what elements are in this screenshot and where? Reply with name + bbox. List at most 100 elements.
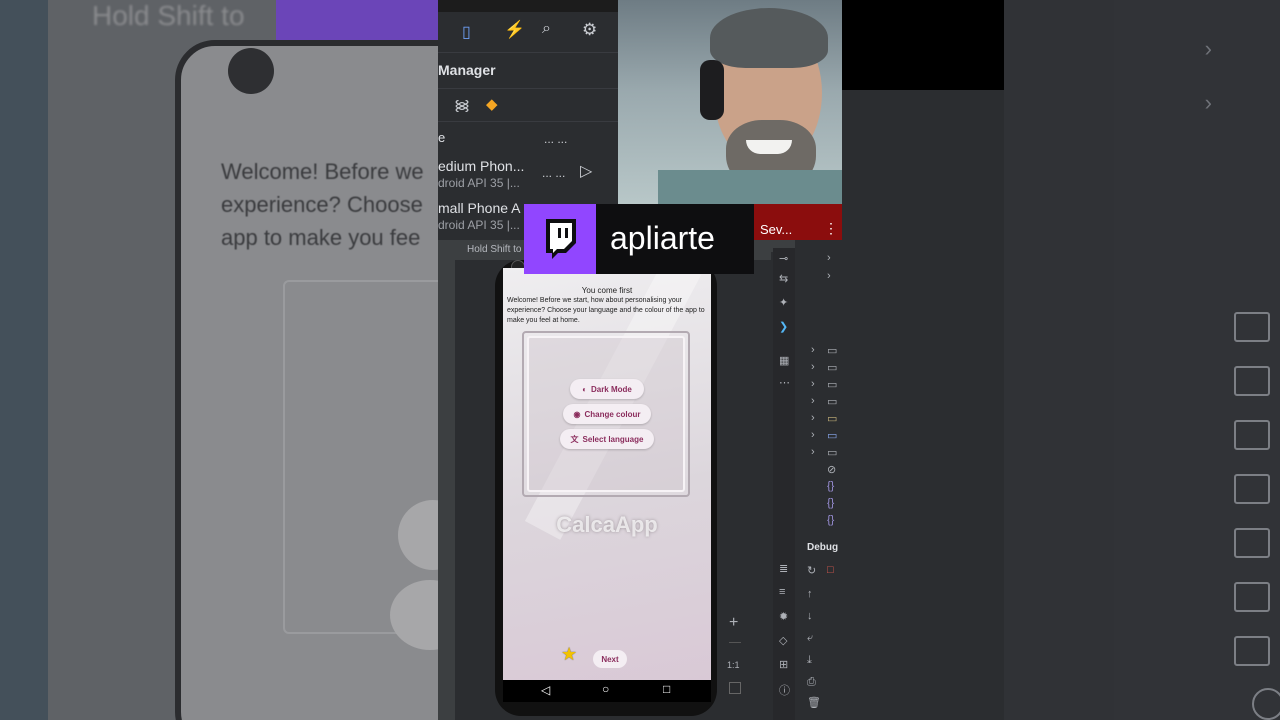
background-webcam-dark <box>842 0 1004 90</box>
palette-icon: ◉ <box>573 409 581 419</box>
tree-chevron-icon[interactable]: › <box>811 361 815 373</box>
app-name-watermark: CalcaApp <box>556 512 658 537</box>
twitch-glyph-icon <box>546 219 576 259</box>
tree-chevron-icon[interactable]: › <box>811 429 815 441</box>
tree-chevron-icon[interactable]: › <box>827 270 831 282</box>
app-screen: You come first Welcome! Before we start,… <box>503 268 711 680</box>
next-button[interactable]: Next <box>593 650 627 668</box>
tree-chevron-icon[interactable]: › <box>811 344 815 356</box>
inspector-icon[interactable]: ⊞ <box>779 658 788 671</box>
tree-chevron-icon[interactable]: › <box>811 378 815 390</box>
kebab-menu-icon[interactable]: ⋮ <box>824 220 838 237</box>
folder-icon[interactable]: ▭ <box>827 378 837 391</box>
fit-screen-icon[interactable] <box>729 682 741 694</box>
background-folder-icon <box>1234 474 1270 504</box>
device-manager-subtoolbar: ᯼ ◆ <box>438 88 618 122</box>
streamer-hair <box>710 8 828 68</box>
scroll-end-icon[interactable]: ⤓ <box>807 654 812 667</box>
tree-chevron-icon[interactable]: › <box>827 252 831 264</box>
device-icon[interactable]: ▯ <box>462 22 471 42</box>
background-block-icon <box>1252 688 1280 720</box>
folder-icon[interactable]: ▭ <box>827 446 837 459</box>
folder-icon[interactable]: ▭ <box>827 412 837 425</box>
background-ide <box>1114 0 1280 720</box>
arrow-up-icon[interactable]: ↑ <box>807 588 813 600</box>
background-welcome-text: Welcome! Before we experience? Choose ap… <box>221 159 424 250</box>
folder-icon[interactable]: ▭ <box>827 429 837 442</box>
emulator-tooltip: Hold Shift to <box>467 244 522 255</box>
background-chevron-icon: › <box>1204 90 1212 115</box>
plugins-icon[interactable]: ✦ <box>779 296 788 309</box>
device-details: droid API 35 |... <box>438 176 520 190</box>
change-colour-label: Change colour <box>584 409 641 419</box>
streamer-shirt <box>658 170 842 204</box>
device-search-partial: e <box>438 130 446 145</box>
change-colour-button[interactable]: ◉ Change colour <box>563 404 651 424</box>
folder-icon[interactable]: ▭ <box>827 395 837 408</box>
gear-icon[interactable]: ⚙ <box>582 20 597 40</box>
trash-icon[interactable]: 🗑 <box>807 696 821 709</box>
device-row[interactable]: edium Phon... droid API 35 |... ... ... … <box>438 152 618 192</box>
stop-icon[interactable]: □ <box>827 564 834 576</box>
config-file-icon[interactable]: {} <box>827 497 834 509</box>
folder-icon[interactable]: ▭ <box>827 361 837 374</box>
background-hint-text: Hold Shift to <box>92 0 245 31</box>
dark-mode-label: Dark Mode <box>590 384 632 394</box>
wifi-icon[interactable]: ᯼ <box>454 95 470 115</box>
background-camera-dot <box>228 48 274 94</box>
home-icon[interactable]: ○ <box>602 682 609 696</box>
star-icon[interactable]: ★ <box>561 644 577 665</box>
zoom-reset-button[interactable]: 1:1 <box>727 660 740 670</box>
project-folder-list: › ▭ › ▭ › ▭ › ▭ › ▭ › ▭ › ▭ ⊘ {} {} {} <box>795 344 842 534</box>
debug-bug-icon[interactable]: ✹ <box>779 610 788 623</box>
overlay-side-label: Sev... <box>760 222 793 237</box>
ignore-file-icon[interactable]: ⊘ <box>827 463 836 476</box>
center-panel: ▯ ⚡ ⌕ ⚙ Manager ᯼ ◆ e ... ... edium Phon… <box>438 0 842 720</box>
flutter-icon[interactable]: ❯ <box>779 320 788 333</box>
folder-icon[interactable]: ▭ <box>827 344 837 357</box>
bolt-icon[interactable]: ⚡ <box>504 20 525 40</box>
wrap-icon[interactable]: ⤶ <box>807 632 813 645</box>
dark-mode-button[interactable]: ◐ Dark Mode <box>570 379 644 399</box>
info-icon[interactable]: ⓘ <box>779 682 790 698</box>
arrow-down-icon[interactable]: ↓ <box>807 610 813 622</box>
config-file-icon[interactable]: {} <box>827 514 834 526</box>
structure-icon[interactable]: ▦ <box>779 354 789 367</box>
background-folder-icon <box>1234 528 1270 558</box>
device-more-menu[interactable]: ... ... <box>544 132 567 146</box>
restart-icon[interactable]: ↻ <box>807 564 816 577</box>
list-icon[interactable]: ≣ <box>779 562 788 575</box>
firebase-icon[interactable]: ◆ <box>486 95 498 113</box>
webcam-feed <box>618 0 842 204</box>
debug-panel-title: Debug <box>807 542 839 553</box>
tree-chevron-icon[interactable]: › <box>811 395 815 407</box>
background-toolbar <box>1004 0 1114 720</box>
twitch-logo-icon <box>524 204 596 274</box>
play-icon[interactable]: ▷ <box>580 161 592 181</box>
config-file-icon[interactable]: {} <box>827 480 834 492</box>
tree-chevron-icon[interactable]: › <box>811 446 815 458</box>
headphones <box>700 60 724 120</box>
android-nav-bar: ◁ ○ □ <box>503 680 711 702</box>
more-tools-icon[interactable]: ⋯ <box>779 376 790 389</box>
moon-icon: ◐ <box>582 384 587 394</box>
background-folder-icon <box>1234 312 1270 342</box>
gem-icon[interactable]: ◇ <box>779 634 787 647</box>
recents-icon[interactable]: □ <box>663 682 670 696</box>
back-icon[interactable]: ◁ <box>541 683 550 697</box>
device-more-menu[interactable]: ... ... <box>542 166 565 180</box>
print-icon[interactable]: ⎙ <box>807 676 816 689</box>
search-icon[interactable]: ⌕ <box>542 20 551 38</box>
align-icon[interactable]: ≡ <box>779 586 785 598</box>
ide-side-panel: ⊸ ⇆ ✦ ❯ ▦ ⋯ › › › ▭ › ▭ › ▭ › ▭ › ▭ › ▭ … <box>771 240 842 720</box>
translate-icon: 文 <box>570 434 579 444</box>
tree-chevron-icon[interactable]: › <box>811 412 815 424</box>
device-manager-title: Manager <box>438 62 496 78</box>
channel-name: apliarte <box>610 220 715 256</box>
background-chevron-icon: › <box>1204 36 1212 61</box>
select-language-button[interactable]: 文 Select language <box>560 429 654 449</box>
device-name: mall Phone A <box>438 200 521 216</box>
commit-icon[interactable]: ⊸ <box>779 252 788 265</box>
pull-request-icon[interactable]: ⇆ <box>779 272 788 285</box>
zoom-in-icon[interactable]: + <box>729 614 738 632</box>
